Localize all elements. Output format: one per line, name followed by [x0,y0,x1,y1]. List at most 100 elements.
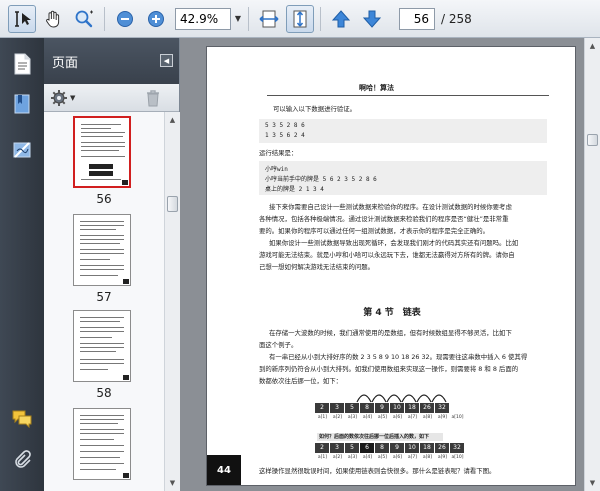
array-index: a[8] [422,415,433,420]
array-cell: 9 [375,403,389,413]
array-cell: 2 [315,403,329,413]
array-cell: 2 [315,443,329,453]
arrow-down-icon [362,10,382,28]
bookmark-icon [14,94,30,114]
trash-icon [147,90,159,107]
text-cursor-icon [15,10,31,27]
page-thumbnail-56[interactable] [73,116,131,188]
array-cell: 32 [435,403,449,413]
thumbnails-scrollbar[interactable]: ▲ ▼ [164,112,180,491]
arrow-up-icon [331,9,351,27]
page-thumbnail-label: 56 [96,192,112,206]
navigation-icon-strip [0,38,44,491]
running-header: 啊哈！算法 [359,84,394,92]
toolbar-separator [248,6,249,31]
array-cell: 5 [345,443,359,453]
select-tool-button[interactable] [8,4,36,33]
comments-panel-button[interactable] [8,404,36,432]
page-number-badge: 44 [207,455,241,485]
output-line: 小哼win [265,166,288,173]
array-cell: 32 [450,443,464,453]
array-index: a[5] [377,415,388,420]
page-thumbnails-list: 56 57 58 [44,112,164,491]
fit-page-button[interactable] [286,4,314,33]
page-thumbnail-58[interactable] [73,310,131,382]
array-index: a[3] [347,455,358,460]
scrollbar-thumb[interactable] [167,196,178,212]
main-toolbar: 42.9% ▼ 56 / 258 [0,0,600,38]
comment-bubbles-icon [12,410,32,428]
array-index: a[4] [362,455,373,460]
page-thumbnail-59[interactable] [73,408,131,480]
scroll-down-arrow-icon[interactable]: ▼ [587,477,598,489]
document-scrollbar[interactable]: ▲ ▼ [584,38,600,491]
zoom-in-button[interactable] [142,5,170,33]
array-index: a[7] [407,415,418,420]
array-index: a[8] [422,455,433,460]
array-cell: 26 [420,403,434,413]
bookmarks-panel-button[interactable] [8,90,36,118]
paragraph-line: 己想一想如何解决游戏无法结束的问题。 [259,263,375,271]
array-index: a[5] [377,455,388,460]
array-index: a[10] [451,455,464,460]
next-page-button[interactable] [358,5,386,33]
previous-page-button[interactable] [327,5,355,33]
zoom-level-field[interactable]: 42.9% [175,7,231,30]
page-thumbnail-57[interactable] [73,214,131,286]
paragraph-line: 接下来你需要自己设计一些测试数据来检验你的程序。在设计测试数据的时候你要考虑 [269,203,512,211]
array-cell: 10 [405,443,419,453]
array-index: a[1] [317,415,328,420]
scroll-up-arrow-icon[interactable]: ▲ [587,40,598,52]
code-line: 1 3 5 6 2 4 [265,132,305,139]
array-cell: 3 [330,443,344,453]
array-cell: 8 [360,403,374,413]
scroll-down-arrow-icon[interactable]: ▼ [167,477,178,489]
array-index: a[7] [407,455,418,460]
shift-arrows-diagram [356,394,447,403]
zoom-out-icon [117,10,133,27]
document-viewer: 啊哈！算法 可以输入以下数据进行验证。 5 3 5 2 8 6 1 3 5 6 … [180,38,600,491]
paragraph-line: 有一串已经从小到大排好序的数 2 3 5 8 9 10 18 26 32。现需要… [269,353,528,361]
marquee-zoom-button[interactable] [70,5,98,33]
page-thumbnail-label: 57 [96,290,112,304]
page-thumbnail-label: 58 [96,386,112,400]
pages-panel-header: 页面 ◀ [44,38,179,84]
output-line: 小哼当前手中的牌是 5 6 2 3 5 2 8 6 [265,176,377,183]
fit-width-button[interactable] [255,5,283,33]
paperclip-icon [15,450,31,468]
array-index-row: a[1] a[2] a[3] a[4] a[5] a[6] a[7] a[8] … [315,415,465,420]
delete-page-button[interactable] [145,89,161,110]
zoom-magnifier-icon [75,10,93,27]
toolbar-separator [320,6,321,31]
paragraph-line: 数都依次往后挪一位，如下： [259,377,343,385]
page-number-input[interactable]: 56 [399,7,435,30]
attachments-panel-button[interactable] [8,446,36,474]
array-cell: 26 [435,443,449,453]
toolbar-separator [104,6,105,31]
paragraph-line: 如果你设计一些测试数据导致出现死循环，会发现我们刚才的代码其实还有问题吗。比如 [269,239,519,247]
scrollbar-thumb[interactable] [587,134,598,146]
hand-icon [46,10,60,28]
signatures-panel-button[interactable] [8,136,36,164]
array-cell: 8 [375,443,389,453]
options-menu-button[interactable]: ▼ [50,89,75,107]
pages-panel: 页面 ◀ ▼ 56 57 58 ▲ ▼ [44,38,180,491]
array-cell: 9 [390,443,404,453]
array-before-row: 2 3 5 8 9 10 18 26 32 [315,403,450,413]
hand-tool-button[interactable] [39,5,67,33]
fit-page-icon [293,10,307,27]
scroll-up-arrow-icon[interactable]: ▲ [167,114,178,126]
zoom-in-icon [148,10,164,27]
collapse-panel-icon[interactable]: ◀ [160,54,173,67]
array-after-row: 2 3 5 6 8 9 10 18 26 32 [315,443,465,453]
fit-width-icon [259,10,279,27]
array-index: a[9] [437,415,448,420]
zoom-dropdown-chevron-icon[interactable]: ▼ [231,8,245,30]
zoom-out-button[interactable] [111,5,139,33]
paragraph-line: 到的新序列仍符合从小到大排列。如我们使用数组来实现这一操作，则需要将 8 和 8… [259,365,519,373]
pages-panel-button[interactable] [8,50,36,78]
document-page[interactable]: 啊哈！算法 可以输入以下数据进行验证。 5 3 5 2 8 6 1 3 5 6 … [206,46,576,486]
array-cell-inserted: 6 [360,443,374,453]
array-index: a[3] [347,415,358,420]
array-index: a[6] [392,455,403,460]
